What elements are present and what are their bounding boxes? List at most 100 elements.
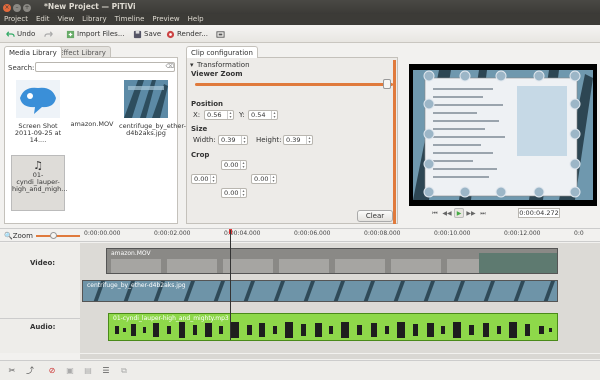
main-toolbar: Undo Import Files... Save Render... [0,25,600,43]
split-icon[interactable]: ✂ [6,365,18,376]
zoom-slider-knob[interactable] [50,232,57,239]
viewer-frame [409,64,597,206]
rewind-icon[interactable]: ◀◀ [442,209,452,219]
minimize-window-icon[interactable]: – [13,4,21,12]
keyframe-icon[interactable]: ⤴ [24,365,36,376]
x-spinner[interactable]: 0.56 ▴ ▾ [204,110,234,120]
zoom-label: 🔍Zoom [4,232,33,240]
crop-top-spinner[interactable]: 0.00 ▴ ▾ [221,160,247,170]
amazon-thumbnail [70,80,114,118]
expander-arrow-icon[interactable]: ▾ [190,61,194,69]
clip-configuration-panel: Clip configuration ▾ Transformation View… [186,46,398,224]
menu-edit[interactable]: Edit [32,14,54,25]
skip-backward-icon[interactable]: ⏮ [430,209,440,219]
ruler-tick: 0:00:02.000 [154,230,191,237]
menu-view[interactable]: View [54,14,79,25]
import-files-button[interactable]: Import Files... [66,28,125,40]
x-label: X: [193,111,201,119]
render-button[interactable]: Render... [166,28,208,40]
clip-configuration-body: ▾ Transformation Viewer Zoom Position X:… [186,57,398,224]
save-button[interactable]: Save [133,28,161,40]
window-title: *New Project — PiTiVi [44,2,136,11]
video-clip-amazon[interactable]: amazon.MOV [106,248,558,274]
screenshot-thumbnail [16,80,60,118]
y-spinner[interactable]: 0.54 ▴ ▾ [248,110,278,120]
viewer-zoom-slider-knob[interactable] [383,79,391,89]
undo-icon [6,30,15,37]
menu-preview[interactable]: Preview [148,14,183,25]
pane-separator[interactable] [393,60,396,224]
menu-library[interactable]: Library [78,14,110,25]
import-icon [66,30,75,38]
crop-label: Crop [191,151,210,159]
crop-left-spinner[interactable]: 0.00 ▴ ▾ [191,174,217,184]
media-clip-audio[interactable]: ♫ 01-cyndi_lauper-high_and_migh... [11,155,67,211]
redo-button[interactable] [44,28,55,40]
height-spinner[interactable]: 0.39 ▴ ▾ [283,135,313,145]
timeline-ruler[interactable]: 0:00:00.000 0:00:02.000 0:00:04.000 0:00… [82,229,600,241]
audio-clip-cyndi-lauper[interactable]: 01-cyndi_lauper-high_and_mighty.mp3 [108,313,558,341]
viewer-controls: ⏮ ◀◀ ▶ ▶▶ ⏭ 0:00:04.272 [430,208,600,220]
media-library-panel: Media Library Effect Library Search: ⌫ S… [4,46,186,224]
timeline-scrollbar[interactable] [80,354,600,359]
media-clip-centrifuge[interactable]: centrifuge_by_ether-d4b2aks.jpg [119,80,186,137]
ruler-tick: 0:00:06.000 [294,230,331,237]
clear-icon[interactable]: ⌫ [166,63,174,70]
crop-right-spinner[interactable]: 0.00 ▴ ▾ [251,174,277,184]
menu-help[interactable]: Help [184,14,208,25]
viewer-zoom-slider-track[interactable] [195,83,393,86]
search-input[interactable] [35,62,175,72]
timeline-ruler-row: 🔍Zoom 0:00:00.000 0:00:02.000 0:00:04.00… [0,228,600,242]
zoom-icon: 🔍 [4,232,13,240]
media-clip-screenshot[interactable]: Screen Shot 2011-09-25 at 14.... [11,80,65,144]
menu-bar: Project Edit View Library Timeline Preview Hel… [0,14,600,25]
height-label: Height: [256,136,282,144]
menu-project[interactable]: Project [0,14,32,25]
video-clip-centrifuge[interactable]: centrifuge_by_ether-d4b2aks.jpg [82,280,558,302]
window-titlebar: × – + *New Project — PiTiVi [0,0,600,14]
y-label: Y: [239,111,245,119]
crop-bottom-spinner[interactable]: 0.00 ▴ ▾ [221,188,247,198]
video-track-label: Video: [30,259,56,267]
video-viewer[interactable] [409,64,597,206]
close-window-icon[interactable]: × [3,4,11,12]
forward-icon[interactable]: ▶▶ [466,209,476,219]
menu-timeline[interactable]: Timeline [111,14,149,25]
audio-track-header: Audio: [0,319,80,353]
link-icon[interactable]: ⧉ [118,365,130,376]
width-label: Width: [193,136,216,144]
group-icon[interactable]: ▣ [64,365,76,376]
fullscreen-icon [216,30,225,38]
tab-clip-configuration[interactable]: Clip configuration [186,46,258,58]
redo-icon [44,30,53,37]
viewer-zoom-label: Viewer Zoom [191,70,243,78]
ruler-tick: 0:00:10.000 [434,230,471,237]
transformation-section-label[interactable]: Transformation [197,61,250,69]
clear-button[interactable]: Clear [357,210,393,222]
undo-button[interactable]: Undo [6,28,35,40]
ruler-tick: 0:00:00.000 [84,230,121,237]
delete-icon[interactable]: ⊘ [46,365,58,376]
audio-track-label: Audio: [30,323,56,331]
size-label: Size [191,125,208,133]
save-icon [133,30,142,38]
media-clip-amazon[interactable]: amazon.MOV [65,80,119,128]
ruler-tick: 0:0 [574,230,584,237]
amazon-clip-thumbnails [107,249,557,273]
align-icon[interactable]: ☰ [100,365,112,376]
timeline-area[interactable]: amazon.MOV centrifuge_by_ether-d4b2aks.j… [80,243,600,353]
maximize-window-icon[interactable]: + [23,4,31,12]
timecode-field[interactable]: 0:00:04.272 [518,208,560,218]
timeline-toolbar: ✂ ⤴ ⊘ ▣ ▤ ☰ ⧉ [0,360,600,380]
tab-media-library[interactable]: Media Library [4,46,62,58]
ungroup-icon[interactable]: ▤ [82,365,94,376]
zoom-slider[interactable] [36,235,80,237]
skip-forward-icon[interactable]: ⏭ [478,209,488,219]
media-library-body: Search: ⌫ Screen Shot 2011-09-25 at 14..… [4,57,186,224]
play-icon[interactable]: ▶ [454,208,464,218]
render-icon [166,30,175,38]
ruler-tick: 0:00:12.000 [504,230,541,237]
width-spinner[interactable]: 0.39 ▴ ▾ [218,135,248,145]
playhead-line[interactable] [230,230,231,340]
fullscreen-button[interactable] [216,28,227,40]
